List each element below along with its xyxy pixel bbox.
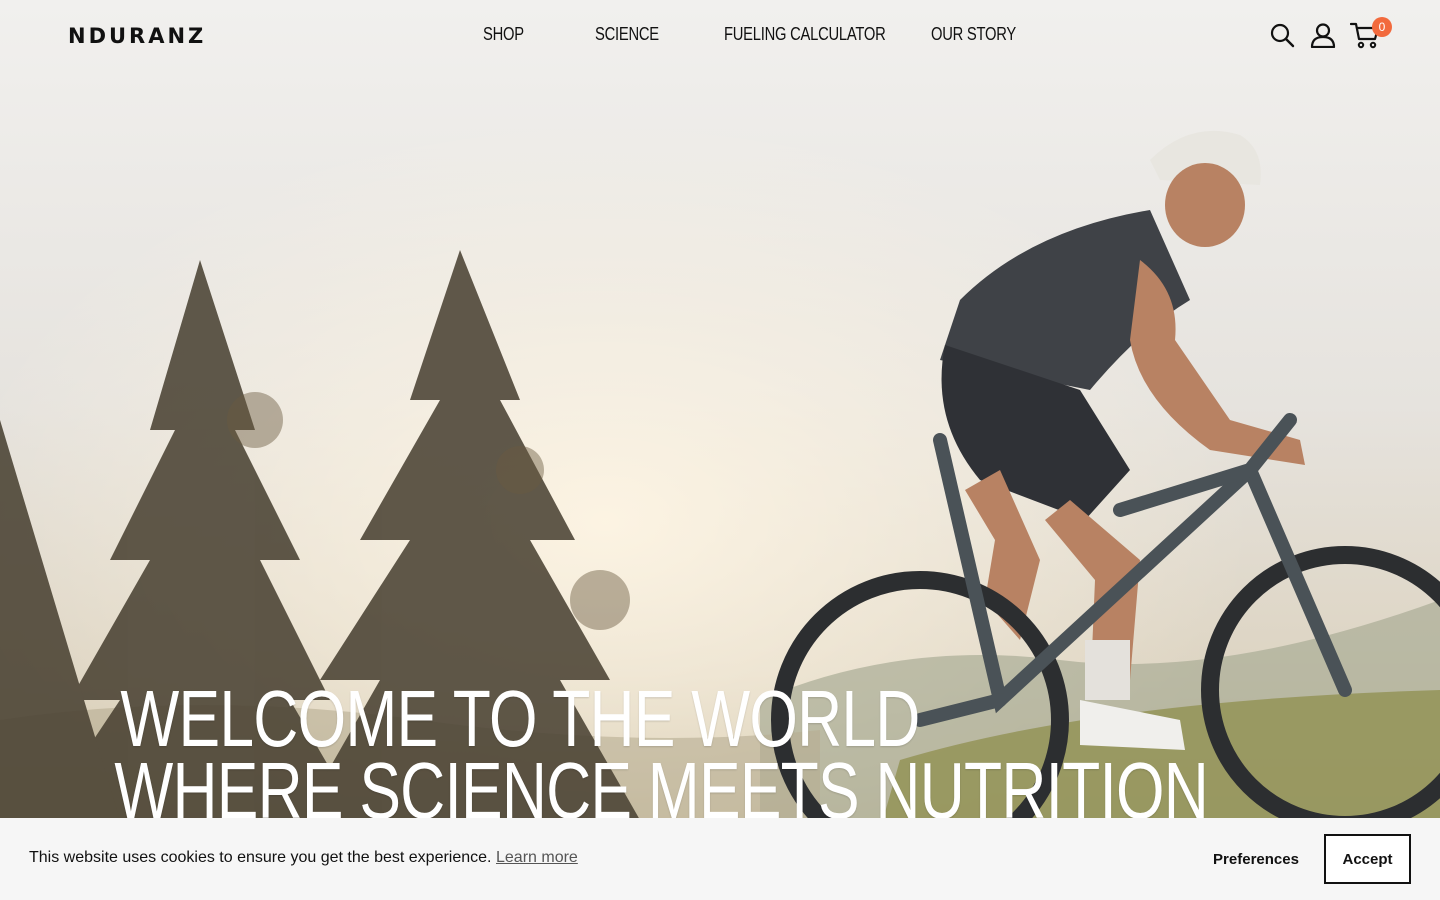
cookie-accept-button[interactable]: Accept (1324, 834, 1411, 884)
cookie-preferences-button[interactable]: Preferences (1196, 835, 1316, 883)
hero-headline: WELCOME TO THE WORLD WHERE SCIENCE MEETS… (0, 674, 1209, 835)
site-header: NDURANZ SHOP SCIENCE FUELING CALCULATOR … (0, 0, 1440, 72)
cookie-learn-more-link[interactable]: Learn more (496, 849, 578, 867)
nav-item-science[interactable]: SCIENCE (595, 24, 659, 45)
cookie-message: This website uses cookies to ensure you … (29, 849, 492, 866)
search-icon[interactable] (1269, 22, 1295, 48)
nav-item-fueling-calculator[interactable]: FUELING CALCULATOR (724, 24, 886, 45)
hero-headline-line-2: WHERE SCIENCE MEETS NUTRITION (114, 746, 1209, 835)
hero-headline-line-1: WELCOME TO THE WORLD (120, 674, 920, 763)
main-nav: SHOP SCIENCE FUELING CALCULATOR OUR STOR… (0, 24, 1440, 48)
cart-count-badge: 0 (1372, 17, 1392, 37)
nav-item-our-story[interactable]: OUR STORY (931, 24, 1016, 45)
nav-item-shop[interactable]: SHOP (483, 24, 524, 45)
user-icon[interactable] (1310, 22, 1336, 48)
